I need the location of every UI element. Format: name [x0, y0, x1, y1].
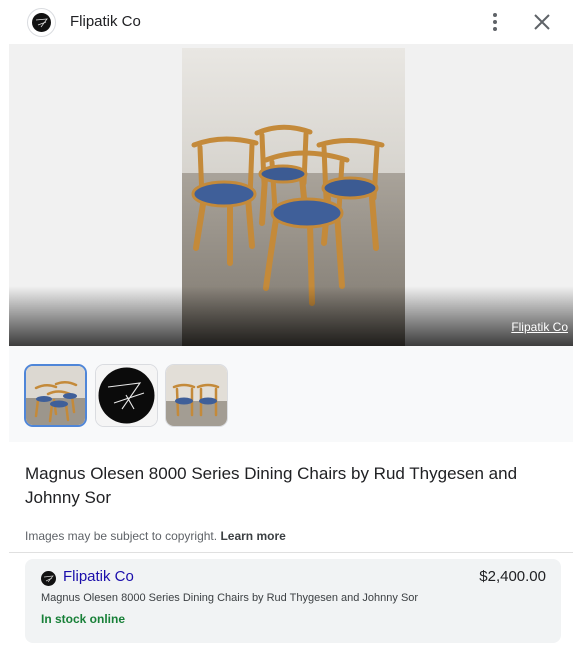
viewer-header: Flipatik Co	[9, 0, 573, 44]
more-vert-icon[interactable]	[483, 10, 507, 34]
offer-card[interactable]: Flipatik Co $2,400.00 Magnus Olesen 8000…	[25, 559, 561, 643]
section-divider	[9, 552, 573, 553]
offer-description: Magnus Olesen 8000 Series Dining Chairs …	[41, 592, 419, 604]
stock-status: In stock online	[41, 612, 126, 626]
copyright-notice: Images may be subject to copyright. Lear…	[25, 529, 286, 543]
learn-more-link[interactable]: Learn more	[220, 529, 285, 543]
seller-link[interactable]: Flipatik Co	[63, 568, 134, 585]
hero-source-link[interactable]: Flipatik Co	[511, 320, 568, 334]
copyright-text: Images may be subject to copyright.	[25, 529, 218, 543]
thumbnail-strip	[9, 346, 573, 442]
site-name[interactable]: Flipatik Co	[70, 13, 141, 30]
offer-price: $2,400.00	[479, 568, 546, 585]
chairs-photo-thumbnail[interactable]	[24, 364, 87, 427]
hero-gradient-overlay	[9, 286, 573, 346]
image-viewer-panel: Flipatik Co Flipatik Co Magnus Olesen 80…	[9, 0, 573, 664]
site-logo-mark	[32, 13, 51, 32]
site-logo[interactable]	[27, 8, 56, 37]
hero-image-area[interactable]: Flipatik Co	[9, 44, 573, 346]
seller-logo-icon	[41, 571, 56, 586]
product-title: Magnus Olesen 8000 Series Dining Chairs …	[25, 464, 518, 507]
chairs-photo-2-thumbnail[interactable]	[165, 364, 228, 427]
logo-thumbnail[interactable]	[95, 364, 158, 427]
close-icon[interactable]	[530, 10, 554, 34]
